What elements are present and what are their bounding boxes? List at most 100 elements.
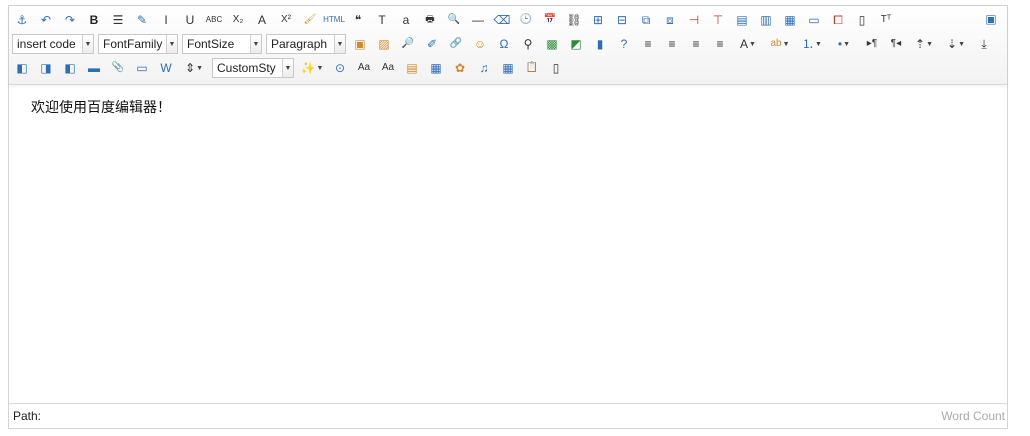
delete-row-button[interactable]: ⊣ <box>684 10 704 30</box>
format-match-button[interactable]: 🖌 <box>300 10 320 30</box>
split-cols-button[interactable]: ▥ <box>756 10 776 30</box>
paragraph-select[interactable]: Paragraph ▼ <box>266 34 346 54</box>
magic-wand-button[interactable]: ✨ ▼ <box>298 58 326 78</box>
print-button[interactable]: 🖶 <box>420 10 440 30</box>
image-right-button[interactable]: ◧ <box>60 58 80 78</box>
align-right-button[interactable]: ≡ <box>662 34 682 54</box>
underline-button[interactable]: U <box>180 10 200 30</box>
directionality-rtl-button[interactable]: ¶◂ <box>886 34 906 54</box>
image-center-button[interactable]: ▬ <box>84 58 104 78</box>
fontfamily-select[interactable]: FontFamily ▼ <box>98 34 178 54</box>
redo-button[interactable]: ↷ <box>60 10 80 30</box>
merge-down-button[interactable]: ⧈ <box>660 10 680 30</box>
autotypeset-button[interactable]: ⊙ <box>330 58 350 78</box>
page-break-button[interactable]: ⤓ <box>974 34 994 54</box>
insert-gallery-button[interactable]: ▤ <box>402 58 422 78</box>
ordered-list-button[interactable]: ⒈ ▼ <box>798 34 826 54</box>
chevron-down-icon[interactable]: ▼ <box>282 59 293 77</box>
strikethrough-button[interactable]: ABC <box>204 10 224 30</box>
subscript-button[interactable]: X₂ <box>228 10 248 30</box>
backcolor-button[interactable]: ab ▼ <box>766 34 794 54</box>
paste-plain-button[interactable]: T <box>372 10 392 30</box>
undo-button[interactable]: ↶ <box>36 10 56 30</box>
edit-tip-button[interactable]: ✎ <box>132 10 152 30</box>
delete-table-button[interactable]: Tᵀ <box>876 10 896 30</box>
row-spacing-bottom-button[interactable]: ⇣ ▼ <box>942 34 970 54</box>
chevron-down-icon[interactable]: ▼ <box>250 35 261 53</box>
italic-icon: I <box>164 13 168 27</box>
merge-cells-button[interactable]: ▯ <box>852 10 872 30</box>
emotion-search-button[interactable]: 🔎 <box>398 34 418 54</box>
music-button[interactable]: ♫ <box>474 58 494 78</box>
time-button[interactable]: 🕒 <box>516 10 536 30</box>
directionality-ltr-button[interactable]: ▸¶ <box>862 34 882 54</box>
editor-paragraph[interactable]: 欢迎使用百度编辑器！ <box>31 97 985 117</box>
simple-upload-button[interactable]: ▣ <box>350 34 370 54</box>
to-lower-button[interactable]: Aa <box>378 58 398 78</box>
fontborder-button[interactable]: A <box>252 10 272 30</box>
merge-right-button[interactable]: ⧉ <box>636 10 656 30</box>
element-path-label: Path: <box>13 409 42 423</box>
delete-caption-button[interactable]: ▭ <box>804 10 824 30</box>
page-break-icon: ⤓ <box>981 37 987 51</box>
indent-button[interactable]: ☰ <box>108 10 128 30</box>
insert-row-button[interactable]: ⊞ <box>588 10 608 30</box>
remove-format-button[interactable]: ⌫ <box>492 10 512 30</box>
chevron-down-icon[interactable]: ▼ <box>82 35 93 53</box>
split-rows-button[interactable]: ▤ <box>732 10 752 30</box>
align-center-button[interactable]: ≡ <box>686 34 706 54</box>
bold-button[interactable]: B <box>84 10 104 30</box>
chevron-down-icon[interactable]: ▼ <box>166 35 177 53</box>
preview-button[interactable]: 🔍 <box>444 10 464 30</box>
template-button[interactable]: ▦ <box>426 58 446 78</box>
insert-col-button[interactable]: ⊟ <box>612 10 632 30</box>
background-button[interactable]: ✿ <box>450 58 470 78</box>
insert-table-button[interactable]: ▦ <box>498 58 518 78</box>
insertcode-select[interactable]: insert code ▼ <box>12 34 94 54</box>
to-upper-button[interactable]: Aa <box>354 58 374 78</box>
line-height-button[interactable]: ⇕ ▼ <box>180 58 208 78</box>
align-left-button[interactable]: ≡ <box>638 34 658 54</box>
map-button[interactable]: ▩ <box>542 34 562 54</box>
gmap-button[interactable]: ◩ <box>566 34 586 54</box>
superscript-button[interactable]: X² <box>276 10 296 30</box>
paste-button[interactable]: 📋 <box>522 58 542 78</box>
unordered-list-button[interactable]: • ▼ <box>830 34 858 54</box>
fontfamily-select-label: FontFamily <box>103 37 163 51</box>
anchor-button[interactable]: ⚓ <box>12 10 32 30</box>
split-cells-button[interactable]: ▦ <box>780 10 800 30</box>
word-image-button[interactable]: W <box>156 58 176 78</box>
editor-content-area[interactable]: 欢迎使用百度编辑器！ <box>9 85 1007 403</box>
source-html-button[interactable]: HTML <box>323 10 345 30</box>
fullscreen-button[interactable]: ▣ <box>981 9 1001 29</box>
horizontal-rule-button[interactable]: — <box>468 10 488 30</box>
image-none-button[interactable]: ◧ <box>12 58 32 78</box>
draft-button[interactable]: ▯ <box>546 58 566 78</box>
image-left-button[interactable]: ◨ <box>36 58 56 78</box>
row-spacing-top-button[interactable]: ⇡ ▼ <box>910 34 938 54</box>
chevron-down-icon[interactable]: ▼ <box>334 35 345 53</box>
date-button[interactable]: 📅 <box>540 10 560 30</box>
insert-title-button[interactable]: ⧠ <box>828 10 848 30</box>
emotion-button[interactable]: ☺ <box>470 34 490 54</box>
select-all-button[interactable]: a <box>396 10 416 30</box>
blockquote-button[interactable]: ❝ <box>348 10 368 30</box>
merge-down-icon: ⧈ <box>666 13 674 27</box>
insert-image-button[interactable]: ▨ <box>374 34 394 54</box>
search-replace-button[interactable]: ⚲ <box>518 34 538 54</box>
insert-frame-icon: ▭ <box>136 61 148 75</box>
forecolor-button[interactable]: A ▼ <box>734 34 762 54</box>
attachment-button[interactable]: 📎 <box>108 58 128 78</box>
insert-frame-button[interactable]: ▭ <box>132 58 152 78</box>
italic-button[interactable]: I <box>156 10 176 30</box>
insert-video-button[interactable]: ▮ <box>590 34 610 54</box>
align-justify-button[interactable]: ≡ <box>710 34 730 54</box>
link-button[interactable]: 🔗 <box>446 34 466 54</box>
special-chars-button[interactable]: Ω <box>494 34 514 54</box>
delete-col-button[interactable]: ⊤ <box>708 10 728 30</box>
scrawl-button[interactable]: ✐ <box>422 34 442 54</box>
unlink-button[interactable]: ⛓ <box>564 10 584 30</box>
help-button[interactable]: ? <box>614 34 634 54</box>
customstyle-select[interactable]: CustomSty ▼ <box>212 58 294 78</box>
fontsize-select[interactable]: FontSize ▼ <box>182 34 262 54</box>
